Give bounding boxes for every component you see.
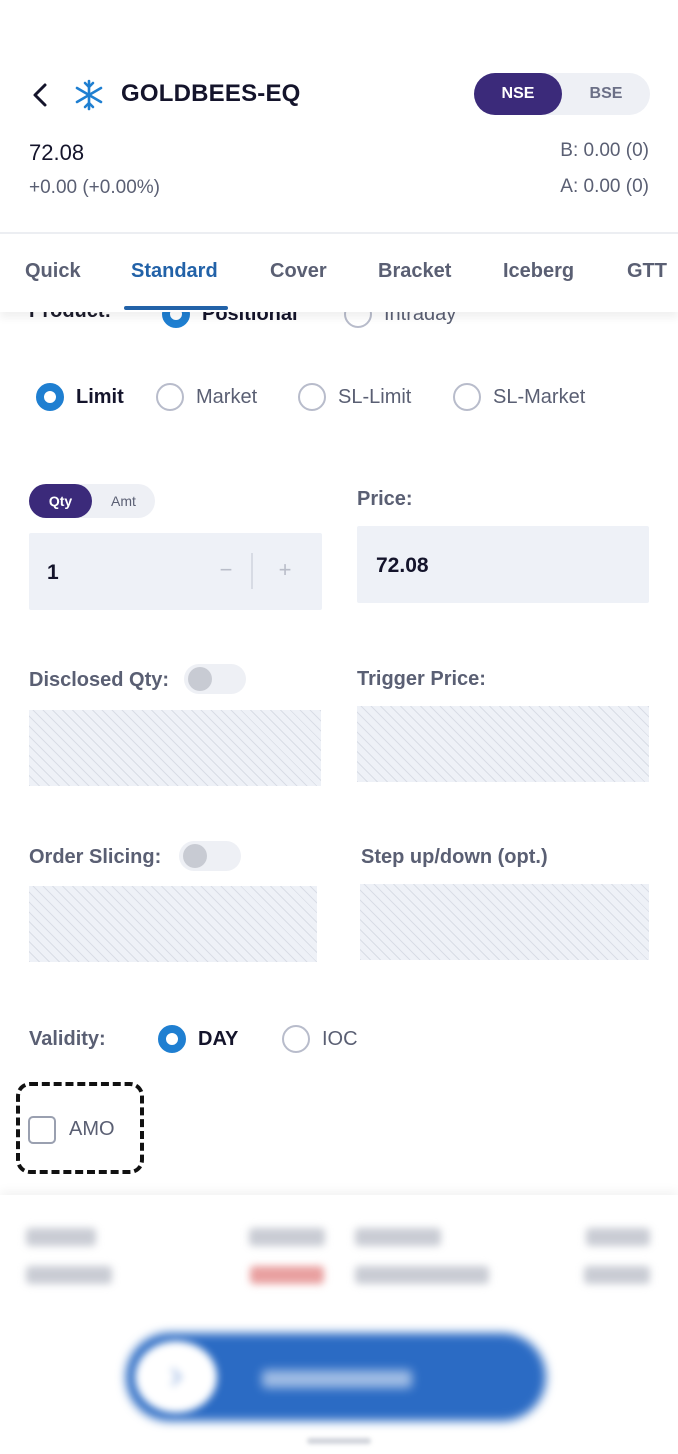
amo-checkbox[interactable]: [28, 1116, 56, 1144]
order-type-tabs: Quick Standard Cover Bracket Iceberg GTT: [0, 234, 678, 312]
tab-bracket[interactable]: Bracket: [378, 260, 451, 283]
trigger-price-input-disabled: [357, 706, 649, 782]
last-traded-price: 72.08: [29, 140, 85, 165]
summary-line: [26, 1228, 96, 1246]
switch-knob: [188, 667, 212, 691]
sl-market-label: SL-Market: [493, 385, 586, 408]
sl-market-radio[interactable]: [453, 383, 481, 411]
tab-iceberg[interactable]: Iceberg: [503, 260, 574, 283]
decrement-button[interactable]: −: [211, 555, 241, 585]
back-arrow-icon[interactable]: [26, 80, 56, 110]
chevron-right-icon: [171, 1368, 183, 1386]
step-input-disabled: [360, 884, 649, 960]
order-type-sl-market[interactable]: SL-Market: [453, 383, 585, 411]
limit-radio[interactable]: [36, 383, 64, 411]
disclosed-qty-input-disabled: [29, 710, 321, 786]
switch-knob: [183, 844, 207, 868]
swipe-handle[interactable]: [135, 1341, 217, 1413]
validity-label: Validity:: [29, 1028, 106, 1050]
order-type-limit[interactable]: Limit: [36, 383, 124, 411]
qty-amt-toggle[interactable]: Qty Amt: [29, 484, 155, 518]
summary-line-red: [250, 1266, 324, 1284]
tab-gtt[interactable]: GTT: [627, 260, 667, 283]
summary-line: [584, 1266, 650, 1284]
tab-standard[interactable]: Standard: [131, 260, 218, 283]
qty-mode-button[interactable]: Qty: [29, 484, 92, 518]
validity-day-option[interactable]: DAY: [158, 1025, 238, 1053]
market-radio[interactable]: [156, 383, 184, 411]
sl-limit-label: SL-Limit: [338, 385, 412, 408]
active-tab-indicator: [124, 306, 228, 310]
summary-line: [355, 1266, 489, 1284]
tab-quick[interactable]: Quick: [25, 260, 81, 283]
swipe-label-blurred: [262, 1370, 412, 1388]
amo-label[interactable]: AMO: [69, 1118, 115, 1141]
home-indicator: [307, 1438, 371, 1444]
order-type-options: Limit Market SL-Limit SL-Market: [0, 383, 678, 415]
price-value[interactable]: 72.08: [376, 554, 429, 578]
amt-mode-button[interactable]: Amt: [92, 484, 155, 518]
snowflake-logo-icon: [75, 79, 103, 111]
order-type-sl-limit[interactable]: SL-Limit: [298, 383, 411, 411]
increment-button[interactable]: +: [270, 555, 300, 585]
trigger-price-label: Trigger Price:: [357, 668, 486, 690]
quantity-stepper[interactable]: 1 − +: [29, 533, 322, 610]
exchange-bse-button[interactable]: BSE: [562, 73, 650, 115]
market-label: Market: [196, 385, 258, 408]
order-screen: GOLDBEES-EQ NSE BSE 72.08 +0.00 (+0.00%)…: [0, 0, 678, 1454]
disclosed-qty-label: Disclosed Qty:: [29, 669, 170, 691]
stepper-divider: [251, 553, 253, 589]
price-input[interactable]: 72.08: [357, 526, 649, 603]
step-label: Step up/down (opt.): [361, 846, 548, 868]
validity-ioc-option[interactable]: IOC: [282, 1025, 358, 1053]
limit-label: Limit: [76, 385, 124, 408]
exchange-toggle[interactable]: NSE BSE: [474, 73, 650, 115]
order-slicing-label: Order Slicing:: [29, 846, 162, 868]
exchange-nse-button[interactable]: NSE: [474, 73, 562, 115]
day-radio[interactable]: [158, 1025, 186, 1053]
disclosed-qty-switch[interactable]: [184, 664, 246, 694]
tab-cover[interactable]: Cover: [270, 260, 327, 283]
price-label: Price:: [357, 488, 413, 510]
bid-quote: B: 0.00 (0): [560, 140, 649, 161]
ioc-radio[interactable]: [282, 1025, 310, 1053]
order-slicing-switch[interactable]: [179, 841, 241, 871]
order-type-market[interactable]: Market: [156, 383, 257, 411]
quantity-value[interactable]: 1: [47, 561, 59, 585]
sl-limit-radio[interactable]: [298, 383, 326, 411]
ioc-label: IOC: [322, 1027, 358, 1050]
price-change: +0.00 (+0.00%): [29, 177, 160, 198]
day-label: DAY: [198, 1027, 239, 1050]
symbol-name: GOLDBEES-EQ: [121, 80, 301, 107]
summary-line: [586, 1228, 650, 1246]
summary-line: [249, 1228, 325, 1246]
ask-quote: A: 0.00 (0): [560, 176, 649, 197]
summary-line: [355, 1228, 441, 1246]
order-slicing-input-disabled: [29, 886, 317, 962]
summary-line: [26, 1266, 112, 1284]
